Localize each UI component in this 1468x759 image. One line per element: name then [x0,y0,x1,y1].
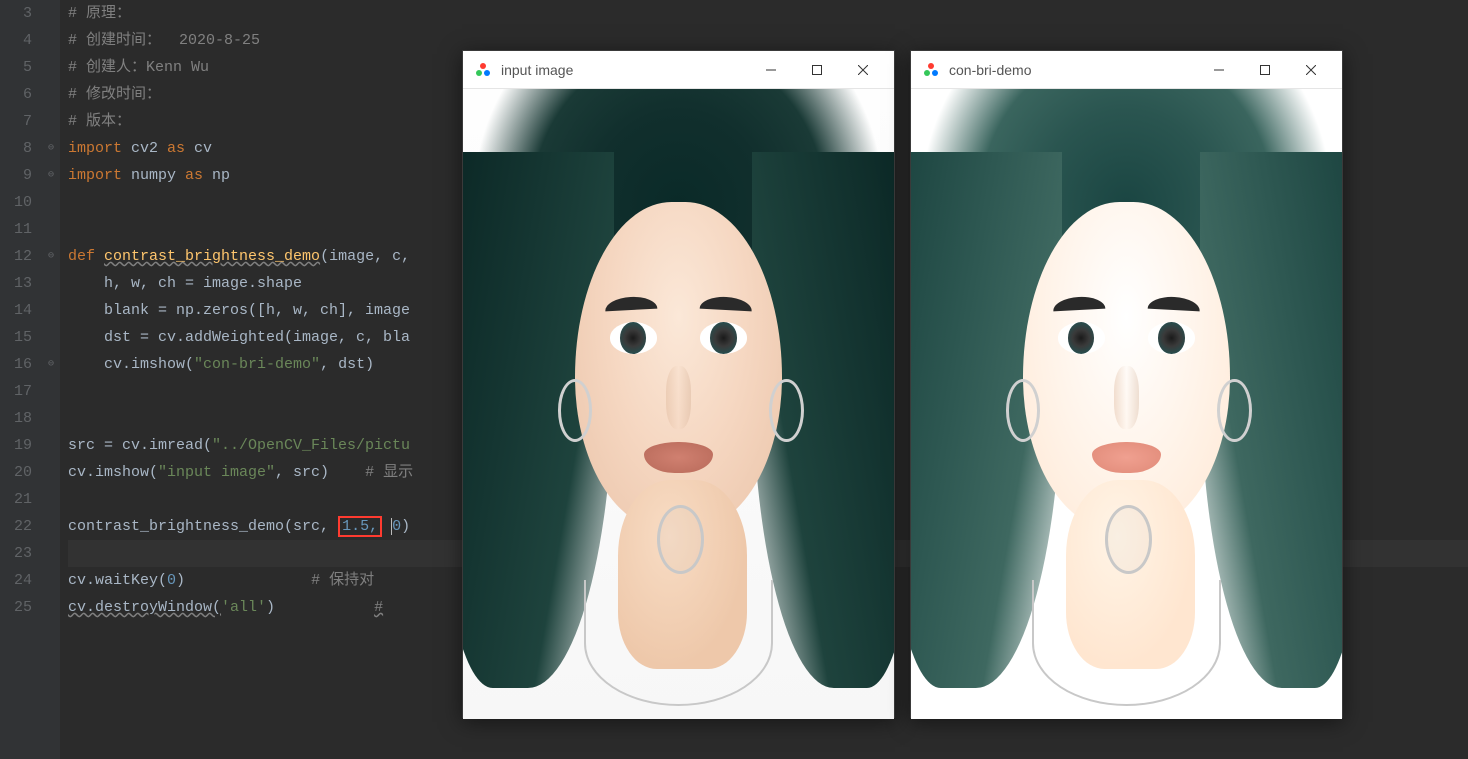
line-number: 23 [0,540,42,567]
highlighted-value: 1.5, [338,516,382,537]
comment: # 修改时间： [68,86,161,103]
string-literal: "input image" [158,464,275,481]
line-number: 21 [0,486,42,513]
line-number: 18 [0,405,42,432]
code-text: h, w, ch = image.shape [68,275,302,292]
window-con-bri-demo[interactable]: con-bri-demo [910,50,1343,718]
close-button[interactable] [840,51,886,88]
maximize-button[interactable] [1242,51,1288,88]
opencv-icon [923,62,939,78]
comment: # 保持对 [311,572,374,589]
function-name: contrast_brightness_demo [104,248,320,265]
line-number: 25 [0,594,42,621]
line-number: 7 [0,108,42,135]
titlebar[interactable]: con-bri-demo [911,51,1342,89]
string-literal: "../OpenCV_Files/pictu [212,437,410,454]
fold-marker[interactable]: ⊖ [42,162,60,189]
minimize-button[interactable] [748,51,794,88]
line-number: 9 [0,162,42,189]
line-number: 14 [0,297,42,324]
titlebar[interactable]: input image [463,51,894,89]
close-button[interactable] [1288,51,1334,88]
fold-marker[interactable]: ⊖ [42,243,60,270]
line-number: 3 [0,0,42,27]
comment: # 显示 [365,464,413,481]
keyword-def: def [68,248,104,265]
line-number: 5 [0,54,42,81]
comment: # [374,599,383,616]
line-number: 10 [0,189,42,216]
window-title: con-bri-demo [949,62,1196,78]
window-title: input image [501,62,748,78]
line-number: 13 [0,270,42,297]
line-number: 22 [0,513,42,540]
minimize-button[interactable] [1196,51,1242,88]
line-number: 4 [0,27,42,54]
code-text: blank = np.zeros([h, w, ch], image [68,302,410,319]
comment: # 原理： [68,5,131,22]
string-literal: "con-bri-demo" [194,356,320,373]
line-number: 19 [0,432,42,459]
line-number: 24 [0,567,42,594]
image-content [911,89,1342,719]
line-number: 20 [0,459,42,486]
line-number: 8 [0,135,42,162]
comment: # 创建时间： 2020-8-25 [68,32,260,49]
line-number: 12 [0,243,42,270]
fold-marker[interactable]: ⊖ [42,135,60,162]
line-number: 11 [0,216,42,243]
opencv-icon [475,62,491,78]
line-number: 17 [0,378,42,405]
line-number: 16 [0,351,42,378]
line-number: 15 [0,324,42,351]
maximize-button[interactable] [794,51,840,88]
window-input-image[interactable]: input image [462,50,895,718]
comment: # 版本： [68,113,131,130]
keyword-import: import [68,167,131,184]
fold-column: ⊖ ⊖ ⊖ ⊖ [42,0,60,759]
keyword-import: import [68,140,131,157]
fold-marker[interactable]: ⊖ [42,351,60,378]
line-number: 6 [0,81,42,108]
image-content [463,89,894,719]
comment: # 创建人：Kenn Wu [68,59,209,76]
line-gutter: 3 4 5 6 7 8 9 10 11 12 13 14 15 16 17 18… [0,0,42,759]
string-literal: 'all' [221,599,266,616]
code-text: dst = cv.addWeighted(image, c, bla [68,329,410,346]
